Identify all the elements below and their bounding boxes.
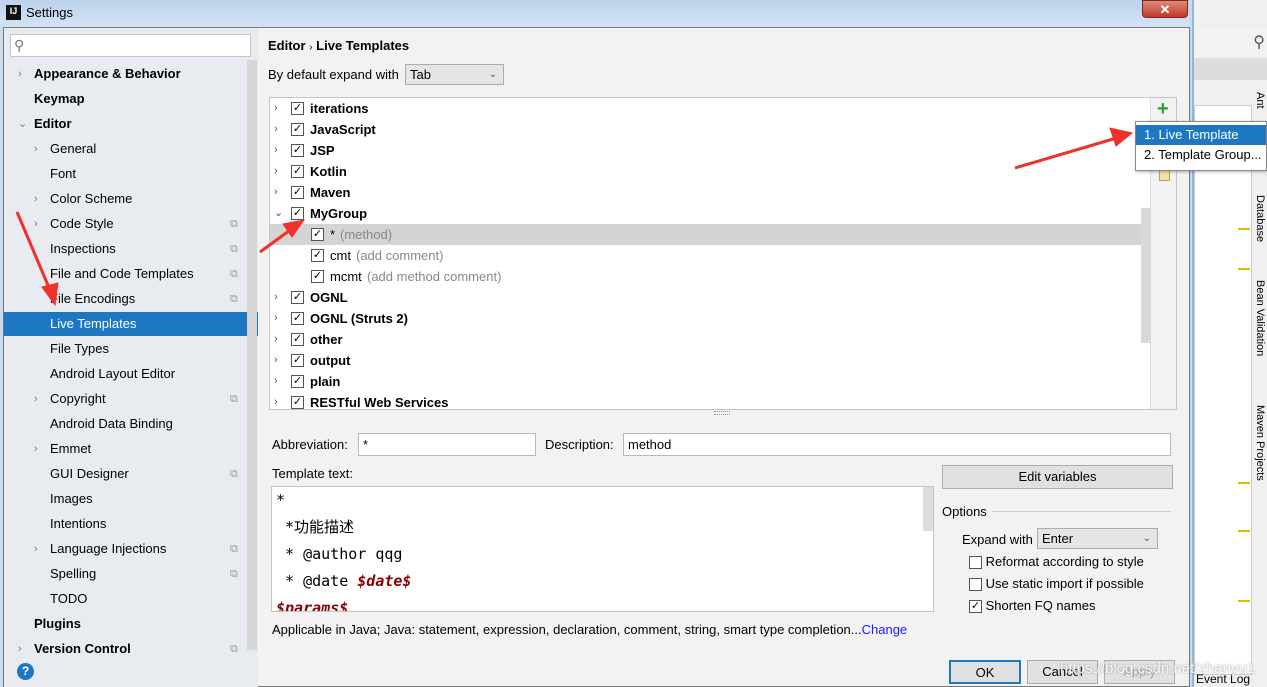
arrow-head bbox=[41, 282, 59, 307]
annotation-arrows bbox=[15, 127, 1134, 307]
arrow-annotation bbox=[15, 211, 52, 291]
arrow-head bbox=[1109, 127, 1134, 147]
arrow-annotation bbox=[1014, 135, 1121, 170]
